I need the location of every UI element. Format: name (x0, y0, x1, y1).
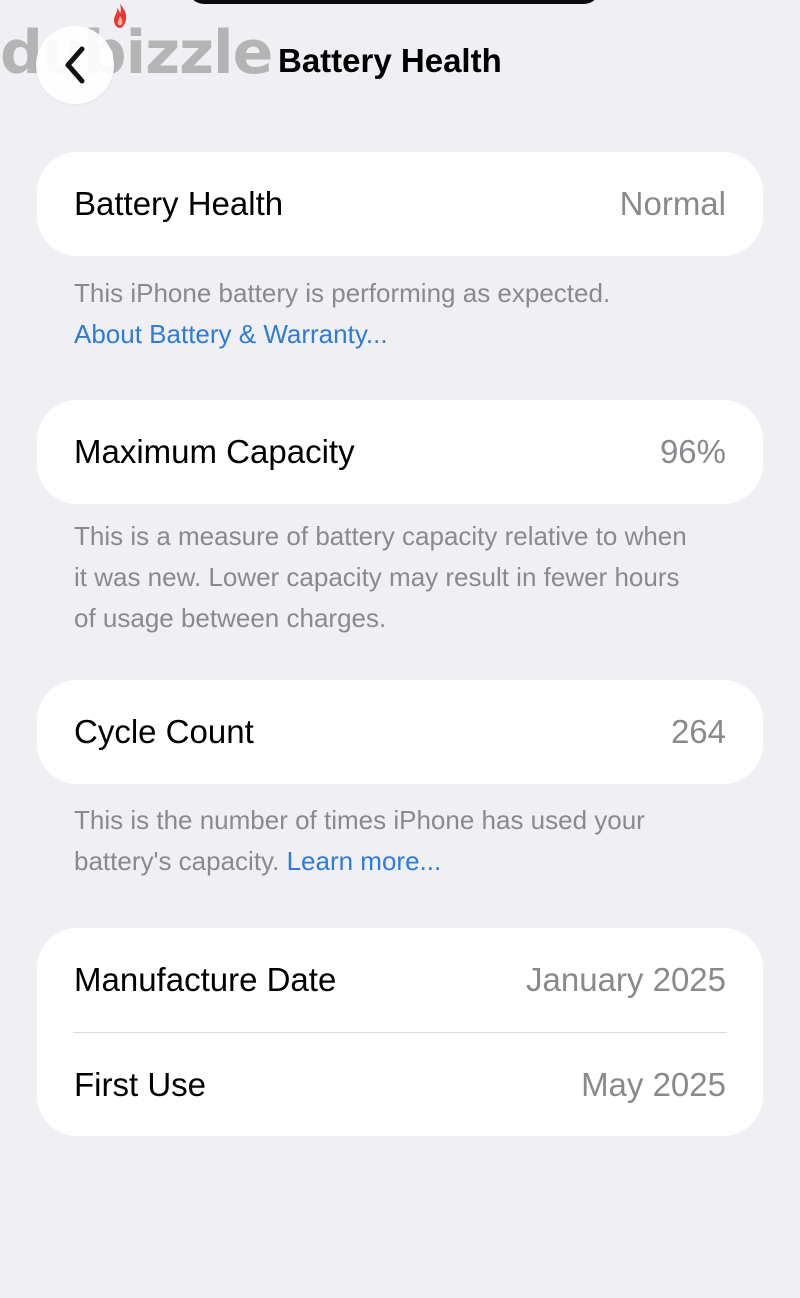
battery-health-value: Normal (619, 185, 726, 222)
battery-health-note: This iPhone battery is performing as exp… (74, 273, 734, 355)
maximum-capacity-label: Maximum Capacity (74, 433, 355, 470)
manufacture-date-label: Manufacture Date (74, 961, 337, 998)
maximum-capacity-value: 96% (659, 433, 726, 470)
flame-icon (114, 3, 127, 28)
dates-card: Manufacture Date January 2025 First Use … (37, 928, 763, 1136)
back-button[interactable] (36, 26, 114, 104)
first-use-row: First Use May 2025 (37, 1033, 763, 1136)
battery-health-card: Battery Health Normal (37, 152, 763, 256)
cycle-count-row: Cycle Count 264 (37, 680, 763, 784)
learn-more-link[interactable]: Learn more... (287, 846, 442, 876)
battery-health-description: This iPhone battery is performing as exp… (74, 278, 611, 308)
about-battery-warranty-link[interactable]: About Battery & Warranty... (74, 314, 734, 355)
battery-health-label: Battery Health (74, 185, 284, 222)
battery-health-row: Battery Health Normal (37, 152, 763, 256)
cycle-count-label: Cycle Count (74, 713, 254, 750)
manufacture-date-row: Manufacture Date January 2025 (37, 928, 763, 1032)
cycle-count-value: 264 (670, 713, 726, 750)
chevron-left-icon (65, 46, 85, 84)
first-use-label: First Use (74, 1065, 206, 1103)
manufacture-date-value: January 2025 (526, 961, 726, 998)
status-bar-notch (188, 0, 600, 4)
page-title: Battery Health (278, 42, 502, 79)
maximum-capacity-note: This is a measure of battery capacity re… (74, 521, 687, 633)
battery-health-screen: dubizzle Battery Health Battery Health N… (0, 0, 800, 1298)
cycle-count-note: This is the number of times iPhone has u… (74, 800, 734, 882)
first-use-value: May 2025 (581, 1065, 726, 1103)
cycle-count-card: Cycle Count 264 (37, 680, 763, 784)
maximum-capacity-row: Maximum Capacity 96% (37, 400, 763, 504)
maximum-capacity-card: Maximum Capacity 96% (37, 400, 763, 504)
